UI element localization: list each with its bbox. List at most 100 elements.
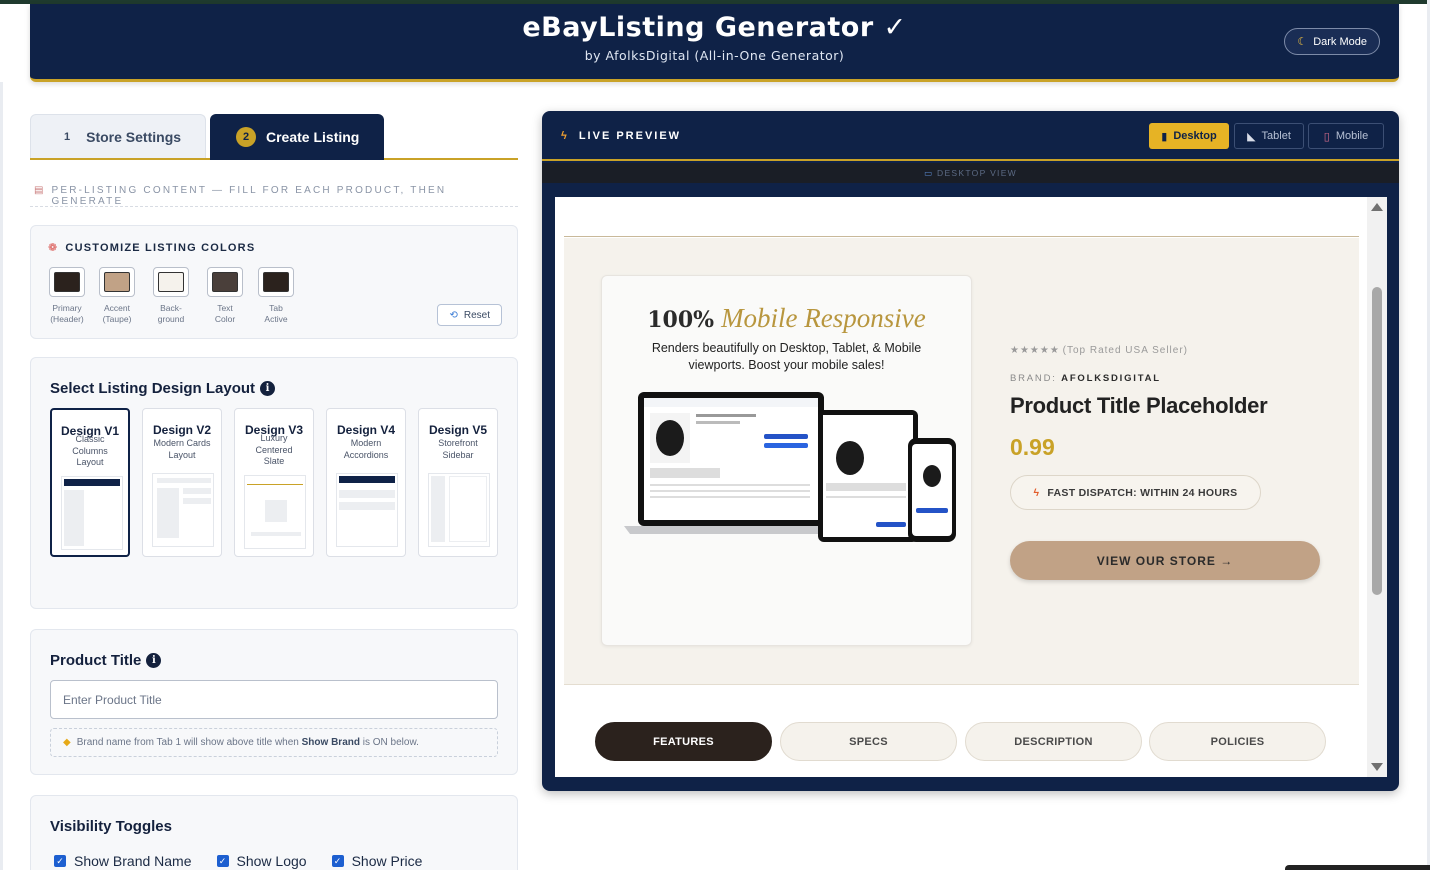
swatch-primary[interactable]: Primary (Header) [47,267,87,325]
app-title: eBayListing Generator ✓ [522,12,907,43]
star-rating-icon: ★★★★★ [1010,345,1060,356]
product-title-input[interactable]: Enter Product Title [50,680,498,719]
monitor-icon: ▭ [923,168,934,178]
listing-tab-specs[interactable]: SPECS [780,722,957,761]
swatch-label: Accent (Taupe) [102,303,132,324]
tab-create-listing[interactable]: 2 Create Listing [210,114,384,160]
rating-text: (Top Rated USA Seller) [1062,345,1188,356]
device-label: Tablet [1261,130,1291,142]
swatch-color [104,272,130,292]
show-logo-toggle[interactable]: ✓ Show Logo [216,853,307,869]
moon-icon: ☾ [1297,36,1308,48]
preview-scrollbar[interactable] [1367,197,1387,777]
scrollbar-thumb[interactable] [1372,287,1382,595]
preview-view-label: ▭ DESKTOP VIEW [542,163,1399,183]
listing-tab-features[interactable]: FEATURES [595,722,772,761]
design-name: Design V4 [336,423,396,437]
checkbox-checked-icon[interactable]: ✓ [331,855,344,867]
checkbox-checked-icon[interactable]: ✓ [216,855,229,867]
toggle-label: Show Price [351,853,423,869]
design-thumbnail [428,473,490,547]
design-description: Modern Accordions [343,438,389,460]
layout-title-text: Select Listing Design Layout [50,380,256,397]
palette-icon: ❁ [48,242,59,254]
device-mobile-button[interactable]: ▯ Mobile [1308,123,1384,149]
desktop-icon: ▮ [1161,130,1168,143]
reset-colors-button[interactable]: ⟲ Reset [437,304,502,326]
reset-label: Reset [463,309,490,321]
dispatch-text: FAST DISPATCH: WITHIN 24 HOURS [1047,486,1238,499]
responsive-devices-illustration [624,392,956,542]
tab-store-settings[interactable]: 1 Store Settings [30,114,206,158]
swatch-box[interactable] [153,267,189,297]
checkbox-checked-icon[interactable]: ✓ [54,855,66,867]
product-title-label: Product Title i [50,652,162,669]
swatch-box[interactable] [49,267,85,297]
design-description: Luxury Centered Slate [255,433,293,466]
dark-mode-toggle[interactable]: ☾ Dark Mode [1284,28,1380,55]
design-description: Modern Cards Layout [153,438,211,460]
design-thumbnail [336,473,398,547]
design-description: Classic Columns Layout [72,434,108,467]
swatch-label: Text Color [214,303,236,324]
listing-tabs: FEATURES SPECS DESCRIPTION POLICIES [595,722,1335,762]
device-label: Mobile [1335,130,1369,142]
per-listing-note: ▤ PER-LISTING CONTENT — FILL FOR EACH PR… [30,185,518,207]
visibility-title: Visibility Toggles [50,818,172,835]
lightning-icon: ϟ [1033,486,1040,499]
live-preview-panel: ϟ LIVE PREVIEW ▮ Desktop ◣ Tablet ▯ Mobi… [542,111,1399,791]
scroll-down-icon[interactable] [1371,763,1383,771]
scroll-up-icon[interactable] [1371,203,1383,211]
design-option-v4[interactable]: Design V4 Modern Accordions [326,408,406,557]
design-option-v1[interactable]: Design V1 Classic Columns Layout [50,408,130,557]
listing-tab-description[interactable]: DESCRIPTION [965,722,1142,761]
reset-icon: ⟲ [449,309,458,321]
swatch-tab-active[interactable]: Tab Active [256,267,296,325]
info-icon[interactable]: i [146,653,162,668]
info-icon[interactable]: i [260,381,276,396]
tag-icon: ◆ [63,737,71,748]
swatch-label: Primary (Header) [50,303,84,324]
visibility-options: ✓ Show Brand Name ✓ Show Logo ✓ Show Pri… [54,853,422,869]
tab-number: 2 [236,127,256,147]
preview-frame: 100% Mobile Responsive Renders beautiful… [555,197,1387,777]
colors-title-text: CUSTOMIZE LISTING COLORS [65,241,256,254]
hint-text: Brand name from Tab 1 will show above ti… [76,737,419,748]
design-option-v5[interactable]: Design V5 Storefront Sidebar [418,408,498,557]
design-name: Design V5 [428,423,488,437]
show-brand-name-toggle[interactable]: ✓ Show Brand Name [54,853,192,869]
main-tabs: 1 Store Settings 2 Create Listing [30,114,518,160]
app-header: eBayListing Generator ✓ by AfolksDigital… [30,4,1399,82]
swatch-box[interactable] [207,267,243,297]
design-description: Storefront Sidebar [438,438,478,460]
design-option-v3[interactable]: Design V3 Luxury Centered Slate [234,408,314,557]
swatch-color [212,272,238,292]
device-tablet-button[interactable]: ◣ Tablet [1234,123,1304,149]
product-image-card: 100% Mobile Responsive Renders beautiful… [601,275,972,646]
device-desktop-button[interactable]: ▮ Desktop [1149,123,1229,149]
listing-tab-policies[interactable]: POLICIES [1149,722,1326,761]
show-price-toggle[interactable]: ✓ Show Price [331,853,423,869]
listing-hero: 100% Mobile Responsive Renders beautiful… [564,238,1359,685]
design-option-v2[interactable]: Design V2 Modern Cards Layout [142,408,222,557]
swatch-text-color[interactable]: Text Color [205,267,245,325]
preview-header: ϟ LIVE PREVIEW ▮ Desktop ◣ Tablet ▯ Mobi… [542,111,1399,161]
mobile-icon: ▯ [1323,130,1330,143]
image-heading: 100% Mobile Responsive [647,303,926,333]
design-thumbnail [61,476,123,550]
swatch-box[interactable] [99,267,135,297]
device-label: Desktop [1173,130,1217,142]
app-subtitle: by AfolksDigital (All-in-One Generator) [584,48,845,63]
page-left-border [0,82,3,870]
swatch-box[interactable] [258,267,294,297]
swatch-background[interactable]: Back-ground [151,267,191,325]
tab-label: Store Settings [86,128,182,145]
view-store-button[interactable]: VIEW OUR STORE → [1010,541,1320,580]
fast-dispatch-badge: ϟ FAST DISPATCH: WITHIN 24 HOURS [1010,475,1261,510]
design-thumbnail [152,473,214,547]
swatch-accent[interactable]: Accent (Taupe) [97,267,137,325]
visibility-toggles-card: Visibility Toggles ✓ Show Brand Name ✓ S… [30,795,518,870]
design-layout-card: Select Listing Design Layout i Design V1… [30,357,518,609]
preview-title-text: LIVE PREVIEW [578,130,682,142]
listing-price: 0.99 [1010,434,1055,460]
